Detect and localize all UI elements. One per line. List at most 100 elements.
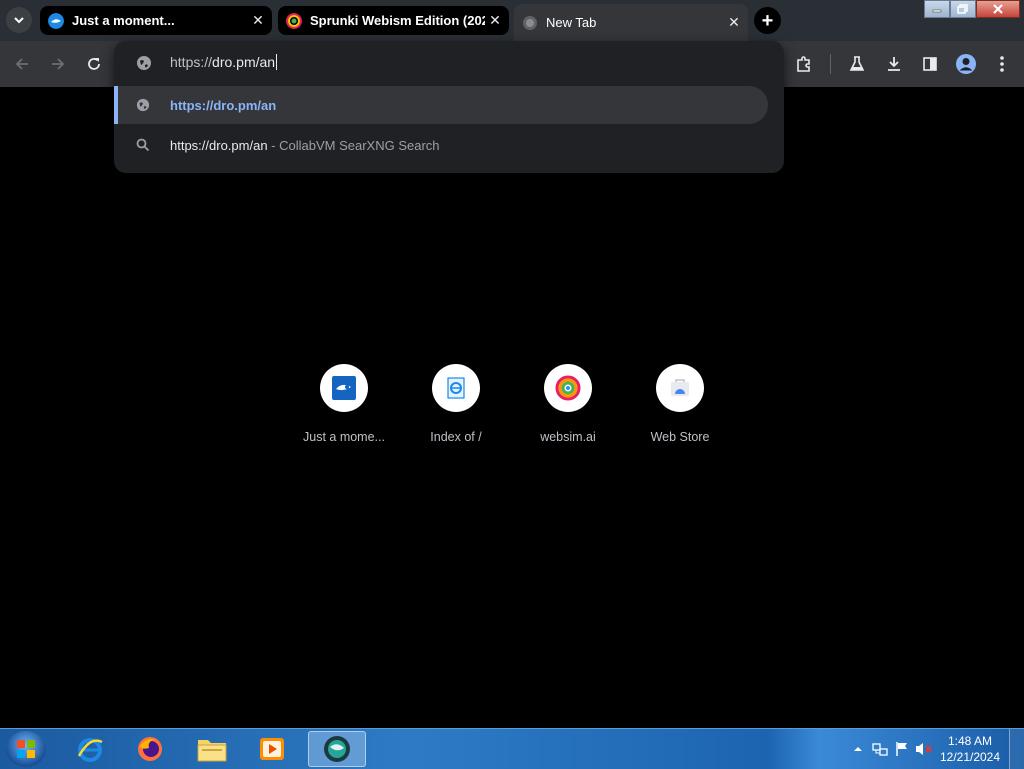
- restore-icon: [957, 4, 968, 14]
- close-tab-icon[interactable]: ✕: [485, 11, 505, 31]
- chevron-up-icon: [854, 747, 862, 751]
- shortcut-label: websim.ai: [540, 430, 596, 444]
- flask-icon: [849, 56, 865, 71]
- speaker-muted-icon: [916, 743, 932, 755]
- shortcut-index-of[interactable]: Index of /: [406, 364, 506, 454]
- firefox-icon: [138, 737, 162, 761]
- suggestion-text: https://dro.pm/an - CollabVM SearXNG Sea…: [170, 138, 440, 153]
- shortcut-web-store[interactable]: Web Store: [630, 364, 730, 454]
- suggestion-query: https://dro.pm/an: [170, 137, 268, 153]
- search-icon: [136, 138, 150, 152]
- downloads-button[interactable]: [880, 50, 908, 78]
- shortcut-icon-circle: [544, 364, 592, 412]
- tab-search-button[interactable]: [6, 7, 32, 33]
- document-ie-icon: [447, 377, 465, 399]
- minimize-button[interactable]: [924, 0, 950, 18]
- flag-icon: [896, 742, 907, 756]
- shortcut-just-a-moment[interactable]: Just a mome...: [294, 364, 394, 454]
- websim-favicon-icon: [286, 12, 302, 29]
- globe-favicon-icon: [523, 15, 537, 30]
- dropm-favicon-icon: [48, 12, 64, 29]
- suggestion-search[interactable]: https://dro.pm/an - CollabVM SearXNG Sea…: [114, 126, 768, 164]
- suggestion-url[interactable]: https://dro.pm/an: [114, 86, 768, 124]
- toolbar-divider: [830, 54, 831, 74]
- shortcut-icon-circle: [656, 364, 704, 412]
- back-button[interactable]: [8, 50, 36, 78]
- taskbar-browser[interactable]: [308, 731, 366, 767]
- windows-logo-icon: [17, 740, 35, 758]
- chevron-down-icon: [14, 17, 24, 24]
- websim-icon: [555, 375, 581, 401]
- action-center-flag-icon[interactable]: [891, 738, 913, 760]
- taskbar-media-player[interactable]: [246, 731, 298, 767]
- restore-button[interactable]: [950, 0, 976, 18]
- tab-sprunki[interactable]: Sprunki Webism Edition (2024 ✕: [278, 6, 509, 35]
- window-controls: [924, 0, 1020, 18]
- globe-icon: [137, 56, 151, 70]
- avatar-icon: [956, 54, 976, 74]
- url-scheme: https://: [170, 54, 213, 70]
- reload-button[interactable]: [80, 50, 108, 78]
- volume-muted-icon[interactable]: [913, 738, 935, 760]
- text-caret: [276, 54, 278, 70]
- browser-app-icon: [324, 736, 350, 762]
- close-window-button[interactable]: [976, 0, 1020, 18]
- start-button[interactable]: [6, 731, 46, 767]
- show-desktop-button[interactable]: [1009, 729, 1024, 769]
- reload-icon: [88, 58, 100, 70]
- show-hidden-icons-button[interactable]: [847, 738, 869, 760]
- more-vert-icon: [1000, 56, 1004, 72]
- close-icon: [993, 4, 1003, 14]
- profile-button[interactable]: [952, 50, 980, 78]
- puzzle-icon: [797, 56, 810, 72]
- shortcut-label: Index of /: [430, 430, 482, 444]
- close-tab-icon[interactable]: ✕: [724, 13, 744, 33]
- taskbar: 1:48 AM 12/21/2024: [0, 728, 1024, 769]
- tab-strip: Just a moment... ✕ Sprunki Webism Editio…: [0, 0, 1024, 41]
- labs-button[interactable]: [843, 50, 871, 78]
- shortcut-icon-circle: [320, 364, 368, 412]
- system-tray: 1:48 AM 12/21/2024: [847, 729, 1024, 769]
- forward-button[interactable]: [44, 50, 72, 78]
- address-input[interactable]: https://dro.pm/an: [170, 54, 278, 70]
- tab-title: Just a moment...: [72, 13, 175, 28]
- shortcut-label: Just a mome...: [303, 430, 385, 444]
- url-host: dro.pm/an: [212, 54, 276, 70]
- taskbar-explorer[interactable]: [186, 731, 238, 767]
- globe-icon: [136, 98, 150, 112]
- tab-title: Sprunki Webism Edition (2024: [310, 13, 485, 28]
- dropm-icon: [332, 376, 356, 400]
- arrow-right-icon: [52, 58, 65, 70]
- suggestion-text: https://dro.pm/an: [170, 97, 277, 113]
- side-panel-button[interactable]: [916, 50, 944, 78]
- network-icon[interactable]: [869, 738, 891, 760]
- folder-icon: [197, 740, 227, 762]
- extensions-button[interactable]: [790, 50, 818, 78]
- tab-new-tab[interactable]: New Tab ✕: [514, 4, 748, 41]
- taskbar-ie[interactable]: [64, 731, 116, 767]
- shortcut-icon-circle: [432, 364, 480, 412]
- tab-just-a-moment[interactable]: Just a moment... ✕: [40, 6, 272, 35]
- side-panel-icon: [923, 57, 937, 71]
- clock-date: 12/21/2024: [939, 750, 1001, 764]
- internet-explorer-icon: [77, 738, 103, 762]
- suggestion-description: - CollabVM SearXNG Search: [267, 137, 440, 153]
- tab-title: New Tab: [546, 15, 597, 30]
- shortcut-websim[interactable]: websim.ai: [518, 364, 618, 454]
- minimize-icon: [932, 9, 942, 13]
- arrow-left-icon: [15, 58, 28, 70]
- new-tab-button[interactable]: +: [754, 7, 781, 34]
- clock[interactable]: 1:48 AM 12/21/2024: [935, 733, 1005, 765]
- address-bar[interactable]: https://dro.pm/an: [114, 41, 784, 85]
- web-store-icon: [671, 379, 689, 396]
- close-tab-icon[interactable]: ✕: [248, 11, 268, 31]
- shortcut-label: Web Store: [650, 430, 710, 444]
- selection-indicator: [114, 86, 118, 124]
- media-player-icon: [260, 738, 284, 760]
- clock-time: 1:48 AM: [947, 734, 993, 748]
- menu-button[interactable]: [988, 50, 1016, 78]
- taskbar-firefox[interactable]: [124, 731, 176, 767]
- omnibox-dropdown: https://dro.pm/an https://dro.pm/an http…: [114, 41, 784, 173]
- network-icon-glyph: [872, 743, 888, 756]
- plus-icon: +: [761, 9, 774, 32]
